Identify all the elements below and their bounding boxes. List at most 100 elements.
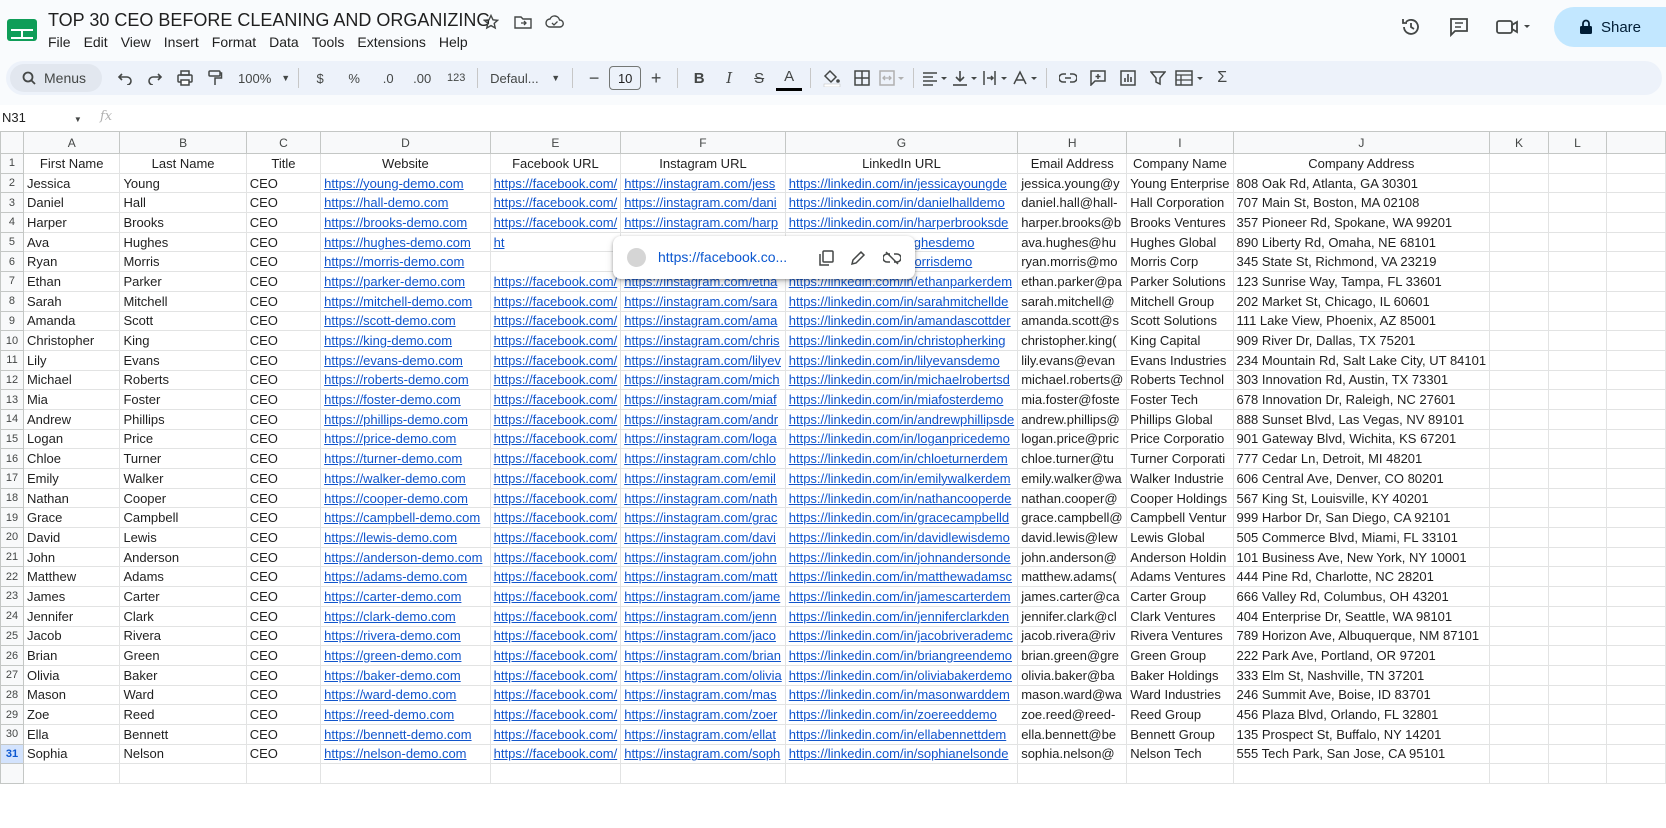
cell-e2[interactable]: https://facebook.com/ xyxy=(489,172,622,194)
increase-decimal-button[interactable]: .00 xyxy=(409,64,435,92)
cell-j8[interactable]: 202 Market St, Chicago, IL 60601 xyxy=(1232,290,1491,312)
cell-k14[interactable] xyxy=(1489,408,1549,430)
row-header[interactable]: 18 xyxy=(0,487,24,509)
cell-l4[interactable] xyxy=(1547,212,1608,233)
cell-j30[interactable]: 135 Prospect St, Buffalo, NY 14201 xyxy=(1232,723,1491,745)
cell-j12[interactable]: 303 Innovation Rd, Austin, TX 73301 xyxy=(1232,369,1491,391)
cell-a4[interactable]: Harper xyxy=(22,212,121,233)
cell-b8[interactable]: Mitchell xyxy=(119,290,247,312)
cell-e31[interactable]: https://facebook.com/ xyxy=(489,743,622,765)
cell-a16[interactable]: Chloe xyxy=(22,448,121,469)
cell-d29[interactable]: https://reed-demo.com xyxy=(320,704,491,725)
cell-a3[interactable]: Daniel xyxy=(22,192,121,214)
cell-i13[interactable]: Foster Tech xyxy=(1126,389,1234,410)
cell-j3[interactable]: 707 Main St, Boston, MA 02108 xyxy=(1232,192,1491,214)
cell-f13[interactable]: https://instagram.com/miaf xyxy=(620,389,786,410)
cell-k17[interactable] xyxy=(1489,468,1549,489)
cell-m22[interactable] xyxy=(1606,566,1666,588)
cell-c1[interactable]: Title xyxy=(245,153,322,174)
cell-k31[interactable] xyxy=(1489,743,1549,765)
insert-link-icon[interactable] xyxy=(1055,64,1081,92)
cell-k16[interactable] xyxy=(1489,448,1549,469)
cell-g9[interactable]: https://linkedin.com/in/amandascottder xyxy=(784,310,1019,332)
cell-a29[interactable]: Zoe xyxy=(22,704,121,725)
empty-cell[interactable] xyxy=(1547,763,1608,784)
cell-h17[interactable]: emily.walker@wa xyxy=(1017,468,1128,489)
cell-m1[interactable] xyxy=(1606,153,1666,174)
cell-g15[interactable]: https://linkedin.com/in/loganpricedemo xyxy=(784,428,1019,450)
cell-f29[interactable]: https://instagram.com/zoer xyxy=(620,704,786,725)
strikethrough-button[interactable]: S xyxy=(746,64,772,92)
zoom-select[interactable]: 100% ▼ xyxy=(238,64,290,92)
row-header[interactable]: 5 xyxy=(0,231,24,253)
cell-j13[interactable]: 678 Innovation Dr, Raleigh, NC 27601 xyxy=(1232,389,1491,410)
cell-e18[interactable]: https://facebook.com/ xyxy=(489,487,622,509)
cell-b12[interactable]: Roberts xyxy=(119,369,247,391)
empty-cell[interactable] xyxy=(245,763,322,784)
font-select[interactable]: Defaul... ▼ xyxy=(486,64,564,92)
cell-h11[interactable]: lily.evans@evan xyxy=(1017,349,1128,371)
cell-g14[interactable]: https://linkedin.com/in/andrewphillipsde xyxy=(784,408,1019,430)
cell-b28[interactable]: Ward xyxy=(119,684,247,706)
cell-l6[interactable] xyxy=(1547,251,1608,273)
cell-a28[interactable]: Mason xyxy=(22,684,121,706)
cell-a22[interactable]: Matthew xyxy=(22,566,121,588)
cell-i17[interactable]: Walker Industrie xyxy=(1126,468,1234,489)
cell-i24[interactable]: Clark Ventures xyxy=(1126,605,1234,627)
cell-e13[interactable]: https://facebook.com/ xyxy=(489,389,622,410)
cell-l12[interactable] xyxy=(1547,369,1608,391)
menu-insert[interactable]: Insert xyxy=(164,34,206,50)
number-format-button[interactable]: 123 xyxy=(443,64,469,92)
cell-k29[interactable] xyxy=(1489,704,1549,725)
cell-d14[interactable]: https://phillips-demo.com xyxy=(320,408,491,430)
cell-a1[interactable]: First Name xyxy=(22,153,121,174)
cell-h19[interactable]: grace.campbell@ xyxy=(1017,507,1128,529)
cell-c26[interactable]: CEO xyxy=(245,645,322,666)
functions-button[interactable]: Σ xyxy=(1209,64,1235,92)
cell-h7[interactable]: ethan.parker@pa xyxy=(1017,271,1128,292)
menu-edit[interactable]: Edit xyxy=(84,34,115,50)
cell-j9[interactable]: 111 Lake View, Phoenix, AZ 85001 xyxy=(1232,310,1491,332)
cell-f21[interactable]: https://instagram.com/john xyxy=(620,546,786,568)
cell-a14[interactable]: Andrew xyxy=(22,408,121,430)
empty-cell[interactable] xyxy=(1126,763,1234,784)
cell-h24[interactable]: jennifer.clark@cl xyxy=(1017,605,1128,627)
cell-g8[interactable]: https://linkedin.com/in/sarahmitchellde xyxy=(784,290,1019,312)
cell-g28[interactable]: https://linkedin.com/in/masonwarddem xyxy=(784,684,1019,706)
cell-m17[interactable] xyxy=(1606,468,1666,489)
cell-e6[interactable] xyxy=(489,251,622,273)
cell-c4[interactable]: CEO xyxy=(245,212,322,233)
row-header[interactable]: 10 xyxy=(0,330,24,351)
cell-l8[interactable] xyxy=(1547,290,1608,312)
cell-b14[interactable]: Phillips xyxy=(119,408,247,430)
cell-i10[interactable]: King Capital xyxy=(1126,330,1234,351)
cell-d31[interactable]: https://nelson-demo.com xyxy=(320,743,491,765)
cell-k24[interactable] xyxy=(1489,605,1549,627)
cell-k8[interactable] xyxy=(1489,290,1549,312)
filter-icon[interactable] xyxy=(1145,64,1171,92)
cell-c12[interactable]: CEO xyxy=(245,369,322,391)
cell-k22[interactable] xyxy=(1489,566,1549,588)
cell-d22[interactable]: https://adams-demo.com xyxy=(320,566,491,588)
cell-g22[interactable]: https://linkedin.com/in/matthewadamsc xyxy=(784,566,1019,588)
cell-j24[interactable]: 404 Enterprise Dr, Seattle, WA 98101 xyxy=(1232,605,1491,627)
cell-a24[interactable]: Jennifer xyxy=(22,605,121,627)
cell-h2[interactable]: jessica.young@y xyxy=(1017,172,1128,194)
cell-i31[interactable]: Nelson Tech xyxy=(1126,743,1234,765)
cell-k19[interactable] xyxy=(1489,507,1549,529)
row-header[interactable]: 29 xyxy=(0,704,24,725)
move-folder-icon[interactable] xyxy=(512,12,534,32)
cell-d30[interactable]: https://bennett-demo.com xyxy=(320,723,491,745)
cell-i5[interactable]: Hughes Global xyxy=(1126,231,1234,253)
cell-e27[interactable]: https://facebook.com/ xyxy=(489,664,622,686)
cell-c30[interactable]: CEO xyxy=(245,723,322,745)
cell-e29[interactable]: https://facebook.com/ xyxy=(489,704,622,725)
row-header[interactable]: 25 xyxy=(0,625,24,647)
copy-link-icon[interactable] xyxy=(815,247,837,269)
cell-m3[interactable] xyxy=(1606,192,1666,214)
column-header-h[interactable]: H xyxy=(1017,131,1128,154)
cell-i3[interactable]: Hall Corporation xyxy=(1126,192,1234,214)
cell-i18[interactable]: Cooper Holdings xyxy=(1126,487,1234,509)
cell-i2[interactable]: Young Enterprise xyxy=(1126,172,1234,194)
cell-b17[interactable]: Walker xyxy=(119,468,247,489)
